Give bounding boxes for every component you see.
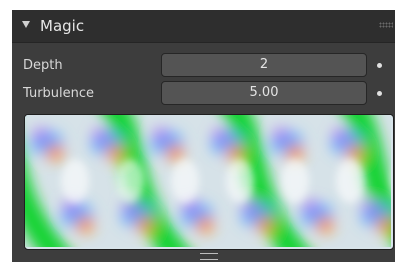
panel-title: Magic — [40, 17, 85, 35]
triangle-down-icon[interactable] — [22, 21, 30, 28]
resize-handle-icon[interactable] — [200, 253, 218, 260]
texture-preview-image — [25, 115, 391, 247]
texture-preview — [24, 114, 394, 250]
depth-label: Depth — [23, 58, 63, 73]
turbulence-field[interactable]: 5.00 — [161, 81, 367, 105]
keyframe-dot-icon[interactable] — [377, 91, 382, 96]
turbulence-label: Turbulence — [23, 86, 95, 101]
turbulence-row: Turbulence 5.00 — [12, 81, 395, 107]
depth-field[interactable]: 2 — [161, 53, 367, 77]
depth-row: Depth 2 — [12, 53, 395, 79]
drag-grip-icon[interactable] — [379, 22, 393, 28]
panel-header[interactable]: Magic — [12, 10, 395, 43]
keyframe-dot-icon[interactable] — [377, 63, 382, 68]
magic-texture-panel: Magic Depth 2 Turbulence 5.00 — [12, 10, 395, 262]
